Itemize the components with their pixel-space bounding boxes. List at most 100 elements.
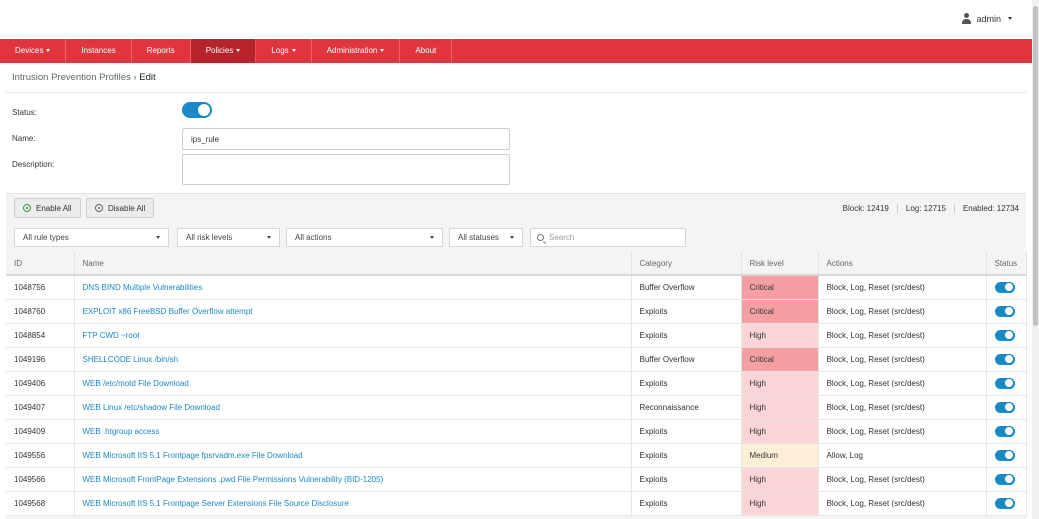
disable-all-button[interactable]: Disable All: [86, 198, 155, 218]
rule-actions: Block, Log, Reset (src/dest): [818, 275, 987, 300]
column-header-risk-level[interactable]: Risk level: [741, 252, 819, 276]
name-input[interactable]: [182, 128, 510, 150]
nav-policies[interactable]: Policies: [190, 39, 257, 63]
chevron-down-icon: [46, 49, 51, 53]
rule-status-toggle[interactable]: [994, 305, 1015, 317]
stat-enabled: Enabled: 12734: [962, 204, 1019, 213]
page-scrollbar[interactable]: [1032, 0, 1039, 519]
top-bar: admin: [0, 0, 1032, 39]
rule-actions: Block, Log, Reset (src/dest): [818, 299, 987, 324]
rule-actions: Block, Log, Reset (src/dest): [818, 491, 987, 516]
rule-name-link[interactable]: DNS BIND Multiple Vulnerabilities: [74, 275, 632, 300]
column-header-name[interactable]: Name: [74, 252, 632, 276]
rule-status-toggle[interactable]: [994, 353, 1015, 365]
rule-risk-level: High: [741, 467, 819, 492]
search-icon: [537, 234, 544, 241]
stat-log: Log: 12715: [898, 204, 955, 213]
rule-status-cell: [986, 395, 1027, 420]
nav-about[interactable]: About: [400, 39, 453, 63]
rules-table: ID Name Category Risk level Actions Stat…: [6, 252, 1027, 516]
rule-status-toggle[interactable]: [994, 473, 1015, 485]
nav-administration[interactable]: Administration: [312, 39, 401, 63]
table-row: 1049566 WEB Microsoft FrontPage Extensio…: [6, 467, 1027, 492]
enable-all-button[interactable]: Enable All: [14, 198, 81, 218]
toggle-knob: [1005, 307, 1013, 315]
rule-id: 1048756: [6, 275, 75, 300]
rule-name-link[interactable]: WEB Linux /etc/shadow File Download: [74, 395, 632, 420]
disable-icon: [95, 204, 103, 212]
rule-status-toggle[interactable]: [994, 449, 1015, 461]
table-row: 1048760 EXPLOIT x86 FreeBSD Buffer Overf…: [6, 299, 1027, 324]
column-header-actions[interactable]: Actions: [818, 252, 987, 276]
rule-name-link[interactable]: WEB .htgroup access: [74, 419, 632, 444]
rule-status-toggle[interactable]: [994, 401, 1015, 413]
search-input[interactable]: Search: [530, 228, 686, 247]
breadcrumb-parent[interactable]: Intrusion Prevention Profiles: [12, 72, 131, 83]
nav-logs[interactable]: Logs: [256, 39, 312, 63]
rule-category: Exploits: [631, 419, 742, 444]
rule-name-link[interactable]: WEB Microsoft IIS 5.1 Frontpage fpsrvadm…: [74, 443, 632, 468]
rule-actions: Block, Log, Reset (src/dest): [818, 395, 987, 420]
rule-actions: Block, Log, Reset (src/dest): [818, 371, 987, 396]
rule-category: Exploits: [631, 323, 742, 348]
toggle-knob: [1005, 427, 1013, 435]
chevron-down-icon: [510, 236, 514, 239]
rule-name-link[interactable]: WEB /etc/motd File Download: [74, 371, 632, 396]
rule-name-link[interactable]: FTP CWD ~root: [74, 323, 632, 348]
rule-status-cell: [986, 419, 1027, 444]
rule-risk-level: High: [741, 371, 819, 396]
column-header-id[interactable]: ID: [6, 252, 75, 276]
rule-id: 1048760: [6, 299, 75, 324]
chevron-down-icon: [380, 49, 385, 53]
rule-id: 1049566: [6, 467, 75, 492]
chevron-down-icon: [1008, 17, 1012, 20]
rule-category: Exploits: [631, 467, 742, 492]
rule-status-cell: [986, 347, 1027, 372]
nav-instances[interactable]: Instances: [66, 39, 132, 63]
user-menu[interactable]: admin: [961, 13, 1012, 24]
filter-risk-levels[interactable]: All risk levels: [177, 228, 280, 247]
filter-actions[interactable]: All actions: [286, 228, 443, 247]
column-header-status[interactable]: Status: [986, 252, 1027, 276]
rule-category: Buffer Overflow: [631, 275, 742, 300]
description-input[interactable]: [182, 154, 510, 185]
filter-rule-types[interactable]: All rule types: [14, 228, 169, 247]
rule-id: 1049196: [6, 347, 75, 372]
stat-block: Block: 12419: [835, 204, 898, 213]
rule-status-cell: [986, 443, 1027, 468]
rule-name-link[interactable]: EXPLOIT x86 FreeBSD Buffer Overflow atte…: [74, 299, 632, 324]
chevron-down-icon: [236, 49, 241, 53]
rule-status-toggle[interactable]: [994, 377, 1015, 389]
table-row: 1049556 WEB Microsoft IIS 5.1 Frontpage …: [6, 443, 1027, 468]
toggle-knob: [1005, 499, 1013, 507]
rule-name-link[interactable]: WEB Microsoft IIS 5.1 Frontpage Server E…: [74, 491, 632, 516]
nav-devices[interactable]: Devices: [0, 39, 67, 63]
filter-statuses[interactable]: All statuses: [449, 228, 523, 247]
rule-risk-level: High: [741, 395, 819, 420]
user-name: admin: [976, 13, 1001, 24]
rule-name-link[interactable]: WEB Microsoft FrontPage Extensions .pwd …: [74, 467, 632, 492]
rule-name-link[interactable]: SHELLCODE Linux /bin/sh: [74, 347, 632, 372]
rule-category: Exploits: [631, 491, 742, 516]
rule-status-cell: [986, 467, 1027, 492]
table-row: 1048854 FTP CWD ~root Exploits High Bloc…: [6, 323, 1027, 348]
nav-reports[interactable]: Reports: [132, 39, 191, 63]
rule-risk-level: Medium: [741, 443, 819, 468]
rule-status-toggle[interactable]: [994, 329, 1015, 341]
scrollbar-thumb[interactable]: [1033, 6, 1038, 326]
rule-status-cell: [986, 491, 1027, 516]
rule-status-toggle[interactable]: [994, 425, 1015, 437]
column-header-category[interactable]: Category: [631, 252, 742, 276]
status-toggle[interactable]: [182, 102, 212, 118]
rule-status-toggle[interactable]: [994, 497, 1015, 509]
breadcrumb-separator: ›: [133, 72, 137, 83]
rule-id: 1049407: [6, 395, 75, 420]
toggle-knob: [1005, 451, 1013, 459]
rule-category: Exploits: [631, 299, 742, 324]
rule-status-toggle[interactable]: [994, 281, 1015, 293]
rule-status-cell: [986, 275, 1027, 300]
rule-id: 1049568: [6, 491, 75, 516]
rule-actions: Allow, Log: [818, 443, 987, 468]
toggle-knob: [1005, 331, 1013, 339]
rule-actions: Block, Log, Reset (src/dest): [818, 419, 987, 444]
